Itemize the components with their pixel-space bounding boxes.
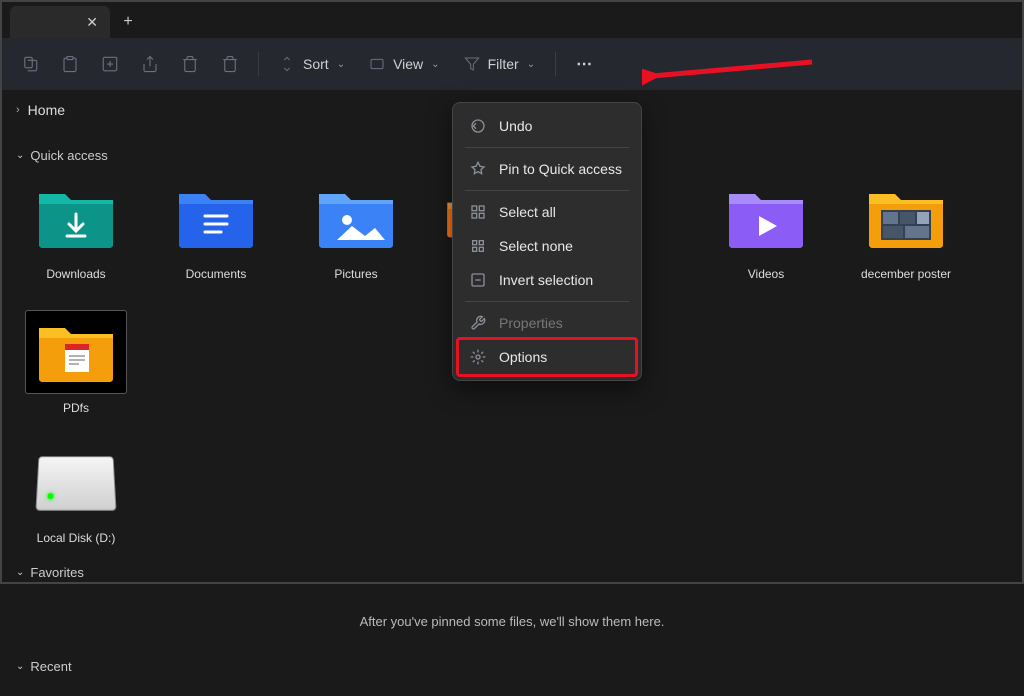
rename-icon[interactable] (132, 46, 168, 82)
close-tab-icon[interactable]: ✕ (86, 14, 98, 31)
toolbar-separator (258, 52, 259, 76)
menu-label: Invert selection (499, 272, 593, 288)
chevron-down-icon: ⌄ (16, 567, 24, 578)
select-all-icon (469, 204, 487, 220)
folder-icon (37, 186, 115, 250)
view-button[interactable]: View ⌄ (359, 46, 449, 82)
menu-properties: Properties (459, 306, 635, 340)
folder-icon (317, 186, 395, 250)
menu-separator (465, 301, 629, 302)
cut-icon[interactable] (12, 46, 48, 82)
folder-label: Downloads (46, 267, 105, 281)
drive-label: Local Disk (D:) (37, 531, 116, 545)
toolbar: Sort ⌄ View ⌄ Filter ⌄ ⋯ (2, 38, 1022, 90)
folder-label: Videos (748, 267, 784, 281)
properties-icon (469, 315, 487, 331)
sort-button[interactable]: Sort ⌄ (269, 46, 355, 82)
menu-invert-selection[interactable]: Invert selection (459, 263, 635, 297)
menu-separator (465, 147, 629, 148)
menu-select-none[interactable]: Select none (459, 229, 635, 263)
chevron-down-icon: ⌄ (527, 59, 535, 70)
folder-downloads[interactable]: Downloads (26, 177, 126, 281)
folder-pdfs[interactable]: PDfs (26, 311, 126, 415)
toolbar-separator (555, 52, 556, 76)
share-icon[interactable] (172, 46, 208, 82)
folder-videos[interactable]: Videos (716, 177, 816, 281)
menu-options[interactable]: Options (456, 337, 638, 377)
folder-label: PDfs (63, 401, 89, 415)
folder-icon (177, 186, 255, 250)
quick-access-label: Quick access (30, 148, 107, 163)
menu-label: Select none (499, 238, 573, 254)
menu-undo[interactable]: Undo (459, 109, 635, 143)
context-menu: Undo Pin to Quick access Select all Sele… (452, 102, 642, 381)
menu-label: Options (499, 349, 547, 365)
drive-local-disk-d[interactable]: Local Disk (D:) (26, 441, 126, 545)
pin-icon (469, 161, 487, 177)
favorites-label: Favorites (30, 565, 83, 580)
folder-pictures[interactable]: Pictures (306, 177, 406, 281)
chevron-down-icon: ⌄ (431, 59, 439, 70)
chevron-right-icon: › (16, 104, 20, 116)
disk-icon (35, 456, 116, 511)
recent-label: Recent (30, 659, 71, 674)
menu-label: Pin to Quick access (499, 161, 622, 177)
gear-icon (469, 349, 487, 365)
invert-icon (469, 272, 487, 288)
undo-icon (469, 118, 487, 134)
new-tab-button[interactable]: + (110, 6, 146, 38)
folder-icon (37, 320, 115, 384)
chevron-down-icon: ⌄ (337, 59, 345, 70)
folder-label: Pictures (334, 267, 377, 281)
menu-select-all[interactable]: Select all (459, 195, 635, 229)
folder-icon (867, 186, 945, 250)
filter-label: Filter (488, 56, 519, 72)
breadcrumb-home[interactable]: Home (28, 102, 65, 118)
favorites-empty-message: After you've pinned some files, we'll sh… (16, 594, 1008, 649)
chevron-down-icon: ⌄ (16, 150, 24, 161)
menu-pin[interactable]: Pin to Quick access (459, 152, 635, 186)
menu-label: Undo (499, 118, 532, 134)
folder-december-poster[interactable]: december poster (856, 177, 956, 281)
select-none-icon (469, 238, 487, 254)
copy-icon[interactable] (52, 46, 88, 82)
folder-icon (727, 186, 805, 250)
recent-header[interactable]: ⌄ Recent (16, 649, 1008, 688)
folder-label: december poster (861, 267, 951, 281)
menu-label: Properties (499, 315, 563, 331)
chevron-down-icon: ⌄ (16, 661, 24, 672)
menu-label: Select all (499, 204, 556, 220)
paste-icon[interactable] (92, 46, 128, 82)
sort-label: Sort (303, 56, 329, 72)
delete-icon[interactable] (212, 46, 248, 82)
more-options-button[interactable]: ⋯ (566, 46, 604, 82)
folder-label: Documents (186, 267, 247, 281)
active-tab[interactable]: ✕ (10, 6, 110, 38)
filter-button[interactable]: Filter ⌄ (454, 46, 546, 82)
folder-documents[interactable]: Documents (166, 177, 266, 281)
view-label: View (393, 56, 423, 72)
tab-bar: ✕ + (2, 2, 1022, 38)
favorites-header[interactable]: ⌄ Favorites (16, 555, 1008, 594)
menu-separator (465, 190, 629, 191)
